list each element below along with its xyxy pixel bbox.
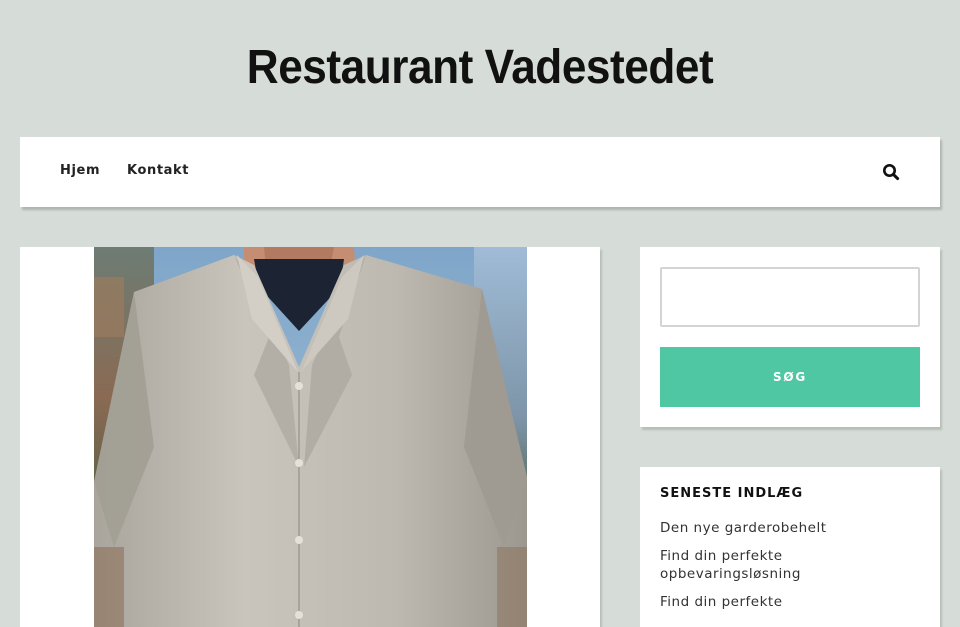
site-title[interactable]: Restaurant Vadestedet <box>38 38 921 98</box>
nav-item-contact[interactable]: Kontakt <box>127 163 189 178</box>
search-icon[interactable] <box>882 163 900 181</box>
search-input[interactable] <box>660 267 920 327</box>
post-card <box>20 247 600 627</box>
search-widget: SØG <box>640 247 940 427</box>
search-button[interactable]: SØG <box>660 347 920 407</box>
recent-post-link[interactable]: Den nye garderobehelt <box>660 519 920 537</box>
recent-post-link[interactable]: Find din perfekte opbevaringsløsning <box>660 547 920 583</box>
nav-item-home[interactable]: Hjem <box>60 163 100 178</box>
main-navigation: Hjem Kontakt <box>20 137 940 207</box>
recent-posts-widget: SENESTE INDLÆG Den nye garderobehelt Fin… <box>640 467 940 627</box>
widget-title: SENESTE INDLÆG <box>660 486 804 501</box>
featured-image[interactable] <box>94 247 527 627</box>
recent-posts-list: Den nye garderobehelt Find din perfekte … <box>660 519 920 621</box>
recent-post-link[interactable]: Find din perfekte <box>660 593 920 611</box>
